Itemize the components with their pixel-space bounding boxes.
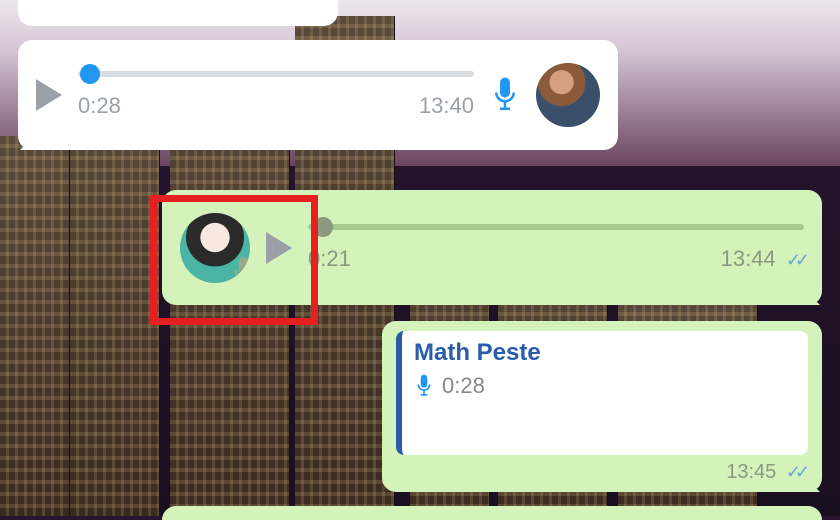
play-icon[interactable] [36, 79, 62, 111]
duration-label: 0:21 [308, 246, 351, 272]
timestamp-label: 13:40 [419, 93, 474, 119]
quoted-duration: 0:28 [442, 373, 485, 399]
outgoing-voice-message[interactable]: 0:21 13:44 ✓✓ [162, 190, 822, 305]
read-receipt-icon: ✓✓ [786, 462, 804, 482]
sender-avatar[interactable] [536, 63, 600, 127]
partial-bubble-top [18, 0, 338, 26]
microphone-icon [490, 75, 520, 115]
track-times: 0:21 13:44 ✓✓ [308, 246, 804, 272]
play-icon[interactable] [266, 232, 292, 264]
track-playhead[interactable] [80, 64, 100, 84]
duration-label: 0:28 [78, 93, 121, 119]
timestamp-row: 13:44 ✓✓ [721, 246, 804, 272]
quoted-content: 0:28 [414, 373, 796, 399]
audio-track[interactable]: 0:21 13:44 ✓✓ [308, 224, 804, 272]
timestamp-label: 13:45 [726, 461, 776, 483]
microphone-icon [414, 373, 434, 399]
timestamp-row: 13:45 ✓✓ [396, 461, 808, 484]
chat-container: 0:28 13:40 0:21 [0, 0, 840, 520]
partial-bubble-bottom [162, 506, 822, 520]
track-times: 0:28 13:40 [78, 93, 474, 119]
track-line [78, 71, 474, 77]
quoted-sender-name: Math Peste [414, 339, 796, 367]
track-line [308, 224, 804, 230]
microphone-icon [230, 255, 250, 283]
track-playhead[interactable] [313, 217, 333, 237]
timestamp-label: 13:44 [721, 246, 776, 271]
incoming-voice-message[interactable]: 0:28 13:40 [18, 40, 618, 150]
read-receipt-icon: ✓✓ [786, 250, 804, 270]
outgoing-reply-message[interactable]: Math Peste 0:28 13:45 ✓✓ [382, 321, 822, 492]
quoted-message[interactable]: Math Peste 0:28 [396, 331, 808, 455]
audio-track[interactable]: 0:28 13:40 [78, 71, 474, 119]
own-avatar[interactable] [180, 213, 250, 283]
